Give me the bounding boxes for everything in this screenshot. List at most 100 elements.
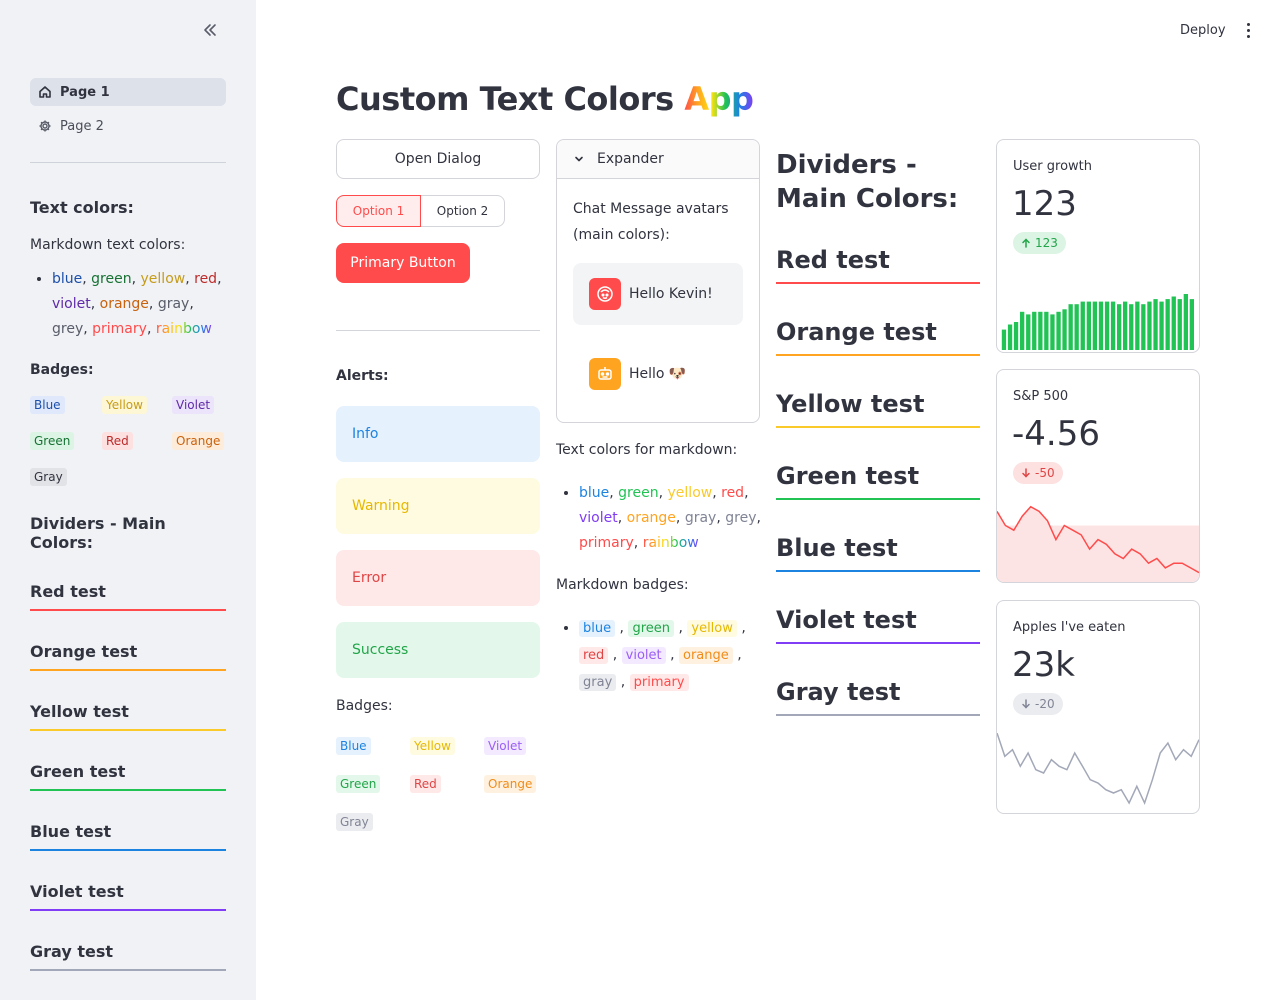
badge-red: Red [102, 432, 133, 450]
alert-warning: Warning [336, 478, 540, 534]
metric-card-apples: Apples I've eaten 23k -20 [996, 600, 1200, 814]
badge-blue: Blue [30, 396, 65, 414]
bar [1086, 301, 1091, 350]
metric-value: 123 [1012, 184, 1077, 224]
text-colors-markdown-label: Text colors for markdown: [556, 442, 738, 458]
md-badge-yellow: yellow [687, 620, 737, 637]
arrow-down-icon [1022, 468, 1030, 478]
metric-card-sp500: S&P 500 -4.56 -50 [996, 369, 1200, 583]
expander-text: Chat Message avatars (main colors): [573, 201, 729, 243]
main-menu-button[interactable] [1240, 18, 1256, 42]
chat-message-1: Hello Kevin! [573, 263, 743, 325]
md-badge-blue: blue [579, 620, 616, 637]
color-word-gray: gray [684, 510, 717, 526]
sidebar-item-label: Page 2 [60, 118, 104, 134]
badge-yellow: Yellow [410, 737, 455, 755]
bar [1074, 304, 1079, 350]
divider-line [30, 969, 226, 971]
sidebar-divider [30, 162, 226, 163]
color-word-orange: orange [626, 510, 676, 526]
bar [1129, 304, 1134, 350]
page-title: Custom Text Colors App [336, 80, 754, 118]
chat-message-text: Hello 🐶 [629, 366, 687, 382]
bar [1117, 304, 1122, 350]
markdown-color-words-list: blue, green, yellow, red, violet, orange… [556, 481, 766, 556]
sp500-area-chart [997, 505, 1199, 582]
bar [1183, 294, 1188, 350]
color-word-yellow: yellow [667, 485, 713, 501]
color-word-green: green [91, 271, 132, 287]
kebab-dot [1246, 28, 1250, 32]
color-word-blue: blue [579, 485, 610, 501]
sidebar-nav: Page 1 Page 2 [30, 78, 226, 146]
bar [1026, 314, 1031, 350]
md-badge-gray: gray [579, 674, 617, 691]
bar [1141, 304, 1146, 350]
open-dialog-button[interactable]: Open Dialog [336, 139, 540, 179]
color-word-rainbow: rainbow [155, 321, 212, 337]
color-word-red: red [194, 271, 218, 287]
bar [1038, 311, 1043, 350]
option-1-button[interactable]: Option 1 [336, 195, 421, 227]
color-word-green: green [618, 485, 659, 501]
metric-label: User growth [1013, 159, 1092, 174]
color-word-red: red [721, 485, 745, 501]
divider-title: Red test [30, 582, 106, 601]
bar [1104, 301, 1110, 350]
bot-avatar-icon [589, 358, 621, 390]
badge-violet: Violet [172, 396, 215, 414]
divider-title: Gray test [776, 678, 901, 706]
chat-message-2: Hello 🐶 [573, 343, 743, 405]
sidebar-divider-gray: Gray test [30, 942, 226, 982]
divider-title: Gray test [30, 942, 113, 961]
column-1-badges-heading: Badges: [336, 698, 393, 714]
home-icon [39, 86, 51, 98]
divider-line [776, 570, 980, 572]
divider-line [30, 909, 226, 911]
color-word-violet: violet [579, 510, 618, 526]
expander-header[interactable]: Expander [557, 140, 759, 179]
sidebar-color-words-list: blue, green, yellow, red, violet, orange… [30, 267, 230, 342]
markdown-badges-label: Markdown badges: [556, 577, 689, 593]
sidebar-item-label: Page 1 [60, 84, 110, 100]
expander: Expander Chat Message avatars (main colo… [556, 139, 760, 423]
badge-gray: Gray [30, 468, 67, 486]
metric-value: -4.56 [1012, 414, 1100, 454]
color-words-item: blue, green, yellow, red, violet, orange… [52, 267, 230, 342]
markdown-badges-item: blue , green , yellow , red , violet , o… [579, 615, 766, 696]
arrow-up-icon [1022, 238, 1030, 248]
md-badge-orange: orange [679, 647, 733, 664]
divider-title: Blue test [30, 822, 112, 841]
color-word-blue: blue [52, 271, 83, 287]
sidebar-item-page-1[interactable]: Page 1 [30, 78, 226, 106]
metric-delta-value: -20 [1035, 697, 1055, 711]
md-badge-primary: primary [629, 674, 689, 691]
bar [1044, 311, 1049, 350]
sidebar-divider-violet: Violet test [30, 882, 226, 942]
user-growth-bar-chart [1001, 294, 1194, 350]
metric-label: S&P 500 [1013, 389, 1069, 404]
gear-icon [39, 120, 51, 132]
color-words-item: blue, green, yellow, red, violet, orange… [579, 481, 766, 556]
collapse-sidebar-button[interactable] [198, 18, 222, 42]
bar [1020, 311, 1025, 350]
bar [1098, 301, 1104, 350]
apples-line-chart [997, 733, 1199, 806]
badge-orange: Orange [484, 775, 537, 793]
primary-button[interactable]: Primary Button [336, 243, 470, 283]
option-2-button[interactable]: Option 2 [421, 195, 505, 227]
color-word-gray: gray [157, 296, 190, 312]
sidebar-item-page-2[interactable]: Page 2 [30, 112, 226, 140]
divider-line [30, 849, 226, 851]
divider-line [30, 669, 226, 671]
bar [1092, 301, 1097, 350]
deploy-button[interactable]: Deploy [1172, 18, 1234, 42]
metric-card-user-growth: User growth 123 123 [996, 139, 1200, 353]
color-word-primary: primary [579, 535, 634, 551]
bar [1110, 301, 1116, 350]
sidebar-divider-blue: Blue test [30, 822, 226, 882]
column-1: Open Dialog Option 1 Option 2 Primary Bu… [336, 139, 540, 831]
column-3: Dividers - Main Colors: Red test Orange … [776, 148, 980, 728]
arrow-down-icon [1022, 699, 1030, 709]
bar [1013, 322, 1019, 350]
